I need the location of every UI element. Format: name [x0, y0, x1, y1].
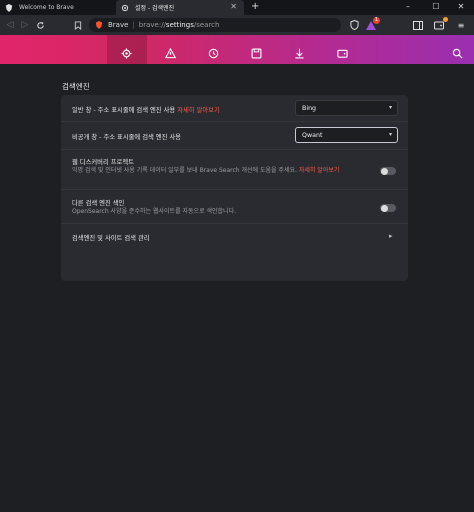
- download-icon[interactable]: [294, 44, 305, 59]
- gear-icon: [121, 4, 129, 12]
- wallet-icon[interactable]: [433, 17, 448, 31]
- index-other-engines-label: 다른 검색 엔진 색인: [72, 200, 125, 207]
- reload-icon[interactable]: [34, 19, 46, 31]
- menu-icon[interactable]: ≡: [455, 19, 467, 31]
- tab-welcome[interactable]: Welcome to Brave: [0, 0, 112, 15]
- address-url: brave://settings/search: [138, 21, 220, 29]
- index-other-engines-toggle[interactable]: [380, 204, 396, 212]
- shield-icon[interactable]: [348, 19, 360, 31]
- learn-more-link[interactable]: 자세히 알아보기: [299, 167, 340, 174]
- forward-icon[interactable]: ▷: [19, 19, 31, 31]
- normal-window-engine-label: 일반 창 - 주소 표시줄에 검색 엔진 사용 자세히 알아보기: [72, 107, 220, 114]
- rewards-badge: 1: [373, 17, 380, 24]
- private-engine-select[interactable]: Qwant ▾: [295, 127, 398, 143]
- section-title: 검색엔진: [62, 82, 90, 91]
- brave-lion-icon: [5, 3, 13, 12]
- wallet-icon[interactable]: [337, 44, 348, 58]
- maximize-button[interactable]: ☐: [423, 0, 449, 12]
- private-window-engine-label: 비공개 창 - 주소 표시줄에 검색 엔진 사용: [72, 134, 181, 141]
- search-engine-card: 일반 창 - 주소 표시줄에 검색 엔진 사용 자세히 알아보기 Bing ▾ …: [61, 95, 408, 281]
- wallet-badge: [443, 17, 448, 22]
- address-separator: |: [132, 21, 135, 29]
- brave-lion-icon: [95, 21, 103, 29]
- settings-nav: [0, 35, 474, 64]
- manage-search-engines-row[interactable]: 검색엔진 및 사이트 검색 관리 ▸: [61, 224, 408, 250]
- address-bar[interactable]: Brave | brave://settings/search: [89, 18, 341, 32]
- sidebar-icon[interactable]: [412, 19, 424, 31]
- history-icon[interactable]: [208, 44, 219, 59]
- close-icon[interactable]: ✕: [230, 2, 237, 11]
- search-icon[interactable]: [452, 44, 463, 59]
- minimize-button[interactable]: –: [395, 0, 421, 12]
- tab-title: Welcome to Brave: [19, 4, 74, 11]
- chevron-down-icon: ▾: [388, 131, 392, 138]
- toggle-knob: [381, 204, 388, 212]
- web-discovery-toggle[interactable]: [380, 167, 396, 175]
- web-discovery-label: 웹 디스커버리 프로젝트: [72, 159, 134, 166]
- window-close-button[interactable]: ✕: [448, 0, 474, 12]
- gear-icon[interactable]: [121, 44, 132, 59]
- back-icon[interactable]: ◁: [4, 19, 16, 31]
- tab-settings-search[interactable]: 설정 - 검색엔진 ✕: [116, 0, 244, 15]
- settings-content: 검색엔진 일반 창 - 주소 표시줄에 검색 엔진 사용 자세히 알아보기 Bi…: [0, 64, 474, 512]
- new-tab-button[interactable]: +: [251, 1, 259, 12]
- toolbar: ◁ ▷ Brave | brave://settings/search 1 ≡: [0, 15, 474, 35]
- index-other-engines-row: 다른 검색 엔진 색인 OpenSearch 사양을 준수하는 웹사이트를 자동…: [61, 190, 408, 224]
- index-other-engines-desc: OpenSearch 사양을 준수하는 웹사이트를 자동으로 색인합니다.: [72, 208, 237, 215]
- toggle-knob: [381, 167, 388, 175]
- normal-window-engine-row: 일반 창 - 주소 표시줄에 검색 엔진 사용 자세히 알아보기 Bing ▾: [61, 95, 408, 122]
- warning-icon[interactable]: [164, 44, 177, 59]
- private-window-engine-row: 비공개 창 - 주소 표시줄에 검색 엔진 사용 Qwant ▾: [61, 122, 408, 150]
- bookmark-icon[interactable]: [72, 19, 84, 31]
- tab-strip: Welcome to Brave 설정 - 검색엔진 ✕ + – ☐ ✕: [0, 0, 474, 15]
- save-icon[interactable]: [251, 44, 262, 59]
- address-brand: Brave: [108, 21, 129, 29]
- web-discovery-desc: 익명 검색 및 인터넷 사용 기록 데이터 일부를 보내 Brave Searc…: [72, 167, 340, 174]
- chevron-down-icon: ▾: [388, 104, 392, 111]
- rewards-icon[interactable]: 1: [365, 17, 380, 31]
- chevron-right-icon: ▸: [389, 232, 393, 240]
- learn-more-link[interactable]: 자세히 알아보기: [177, 107, 220, 114]
- manage-search-engines-label: 검색엔진 및 사이트 검색 관리: [72, 235, 150, 242]
- tab-title: 설정 - 검색엔진: [135, 5, 175, 12]
- normal-engine-select[interactable]: Bing ▾: [295, 100, 398, 116]
- web-discovery-row: 웹 디스커버리 프로젝트 익명 검색 및 인터넷 사용 기록 데이터 일부를 보…: [61, 150, 408, 190]
